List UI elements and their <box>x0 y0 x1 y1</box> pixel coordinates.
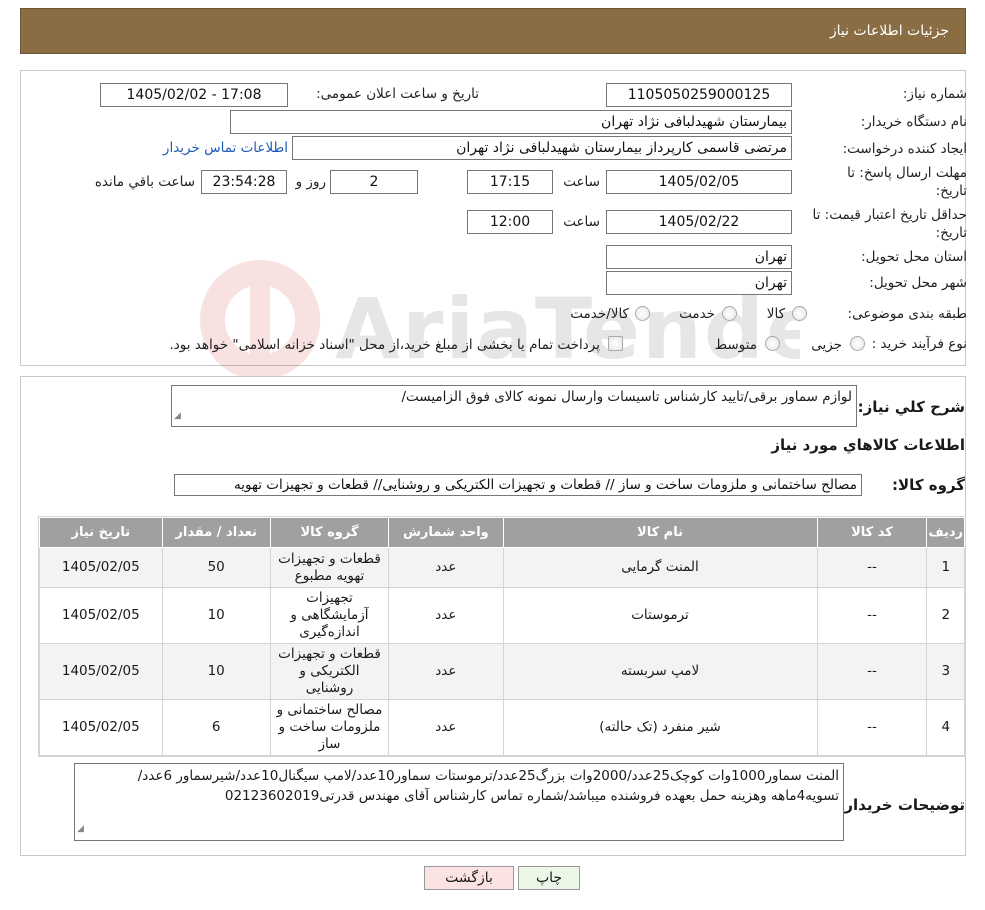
goods-group-field: مصالح ساختمانی و ملزومات ساخت و ساز // ق… <box>174 474 862 496</box>
remaining-label: ساعت باقي مانده <box>94 174 195 190</box>
resize-grip-icon[interactable]: ◢ <box>174 407 181 425</box>
table-row: 2 -- ترموستات عدد تجهیزات آزمایشگاهی و ا… <box>39 587 965 644</box>
cell-unit: عدد <box>388 547 504 588</box>
cell-group: قطعات و تجهیزات الکتریکی و روشنایی <box>269 643 390 700</box>
validity-time-label: ساعت <box>563 214 600 230</box>
buyer-notes-text: المنت سماور1000وات کوچک25عدد/2000وات بزر… <box>137 768 839 804</box>
validity-label: حداقل تاریخ اعتبار قیمت: تا <box>812 207 967 223</box>
cell-qty: 6 <box>161 699 271 756</box>
buyer-contact-link[interactable]: اطلاعات تماس خریدار <box>155 140 288 156</box>
process-label: نوع فرآیند خرید : <box>871 336 967 352</box>
province-field: تهران <box>606 245 792 269</box>
cell-qty: 10 <box>161 587 271 644</box>
print-button[interactable]: چاپ <box>518 866 580 890</box>
cell-row: 1 <box>926 547 965 588</box>
page-header: جزئیات اطلاعات نیاز <box>20 8 966 54</box>
process-minor-label: جزیی <box>811 337 842 353</box>
cell-name: المنت گرمایی <box>502 547 818 588</box>
back-button[interactable]: بازگشت <box>424 866 514 890</box>
items-table: ردیف کد کالا نام کالا واحد شمارش گروه کا… <box>39 517 965 756</box>
requester-field: مرتضی قاسمی کارپرداز بیمارستان شهیدلبافی… <box>292 136 792 160</box>
cell-group: قطعات و تجهیزات تهویه مطبوع <box>269 547 390 588</box>
need-number-field: 1105050259000125 <box>606 83 792 107</box>
cell-name: لامپ سربسته <box>502 643 818 700</box>
remaining-time-field: 23:54:28 <box>201 170 287 194</box>
category-label: طبقه بندی موضوعی: <box>847 306 967 322</box>
category-goods-service-label: کالا/خدمت <box>570 306 629 322</box>
resize-grip-icon[interactable]: ◢ <box>77 819 84 839</box>
deadline-label-date: تاریخ: <box>935 183 967 199</box>
deadline-label: مهلت ارسال پاسخ: تا <box>847 165 967 181</box>
goods-group-label: گروه کالا: <box>892 476 965 494</box>
announce-label: تاریخ و ساعت اعلان عمومی: <box>316 86 479 102</box>
table-row: 3 -- لامپ سربسته عدد قطعات و تجهیزات الک… <box>39 643 965 700</box>
cell-code: -- <box>816 547 928 588</box>
cell-group: مصالح ساختمانی و ملزومات ساخت و ساز <box>269 699 390 756</box>
cell-unit: عدد <box>388 587 504 644</box>
cell-qty: 10 <box>161 643 271 700</box>
summary-label: شرح کلي نیاز: <box>857 398 965 416</box>
deadline-date-field: 1405/02/05 <box>606 170 792 194</box>
cell-date: 1405/02/05 <box>39 547 163 588</box>
cell-row: 3 <box>926 643 965 700</box>
col-header-date: تاریخ نیاز <box>39 517 163 548</box>
table-header-row: ردیف کد کالا نام کالا واحد شمارش گروه کا… <box>39 517 965 548</box>
cell-qty: 50 <box>161 547 271 588</box>
cell-name: شیر منفرد (تک حالته) <box>502 699 818 756</box>
buyer-notes-label: توضیحات خریدار: <box>838 796 965 814</box>
deadline-time-field: 17:15 <box>467 170 553 194</box>
cell-group: تجهیزات آزمایشگاهی و اندازه‌گیری <box>269 587 390 644</box>
buyer-org-label: نام دستگاه خریدار: <box>860 114 967 130</box>
buyer-notes-textarea[interactable]: المنت سماور1000وات کوچک25عدد/2000وات بزر… <box>74 763 844 841</box>
category-service-radio[interactable] <box>722 306 737 321</box>
cell-unit: عدد <box>388 643 504 700</box>
cell-date: 1405/02/05 <box>39 699 163 756</box>
announce-field: 1405/02/02 - 17:08 <box>100 83 288 107</box>
category-goods-radio[interactable] <box>792 306 807 321</box>
cell-date: 1405/02/05 <box>39 587 163 644</box>
col-header-row: ردیف <box>926 517 965 548</box>
validity-date-field: 1405/02/22 <box>606 210 792 234</box>
city-field: تهران <box>606 271 792 295</box>
process-note: پرداخت تمام یا بخشی از مبلغ خرید،از محل … <box>169 337 600 353</box>
process-minor-radio[interactable] <box>850 336 865 351</box>
cell-code: -- <box>816 587 928 644</box>
items-table-wrapper: ردیف کد کالا نام کالا واحد شمارش گروه کا… <box>38 516 966 757</box>
summary-textarea[interactable]: لوازم سماور برقی/تایید کارشناس تاسیسات و… <box>171 385 857 427</box>
page-title: جزئیات اطلاعات نیاز <box>829 23 949 39</box>
category-service-label: خدمت <box>679 306 715 322</box>
cell-code: -- <box>816 699 928 756</box>
cell-unit: عدد <box>388 699 504 756</box>
cell-row: 2 <box>926 587 965 644</box>
treasury-checkbox[interactable] <box>608 336 623 351</box>
col-header-name: نام کالا <box>502 517 818 548</box>
city-label: شهر محل تحویل: <box>869 275 967 291</box>
cell-code: -- <box>816 643 928 700</box>
days-field: 2 <box>330 170 418 194</box>
need-number-label: شماره نیاز: <box>902 86 967 102</box>
province-label: استان محل تحویل: <box>861 249 967 265</box>
category-goods-service-radio[interactable] <box>635 306 650 321</box>
goods-info-title: اطلاعات کالاهاي مورد نیاز <box>771 436 965 454</box>
days-label: روز و <box>295 174 326 190</box>
buyer-org-field: بیمارستان شهیدلبافی نژاد تهران <box>230 110 792 134</box>
col-header-qty: تعداد / مقدار <box>161 517 271 548</box>
process-medium-label: متوسط <box>714 337 757 353</box>
cell-date: 1405/02/05 <box>39 643 163 700</box>
table-row: 1 -- المنت گرمایی عدد قطعات و تجهیزات ته… <box>39 547 965 588</box>
cell-name: ترموستات <box>502 587 818 644</box>
summary-text: لوازم سماور برقی/تایید کارشناس تاسیسات و… <box>401 389 853 405</box>
col-header-unit: واحد شمارش <box>388 517 504 548</box>
validity-time-field: 12:00 <box>467 210 553 234</box>
process-medium-radio[interactable] <box>765 336 780 351</box>
col-header-code: کد کالا <box>816 517 928 548</box>
deadline-time-label: ساعت <box>563 174 600 190</box>
validity-label-date: تاریخ: <box>935 225 967 241</box>
col-header-group: گروه کالا <box>269 517 390 548</box>
cell-row: 4 <box>926 699 965 756</box>
table-row: 4 -- شیر منفرد (تک حالته) عدد مصالح ساخت… <box>39 699 965 756</box>
category-goods-label: کالا <box>766 306 785 322</box>
requester-label: ایجاد کننده درخواست: <box>842 141 967 157</box>
